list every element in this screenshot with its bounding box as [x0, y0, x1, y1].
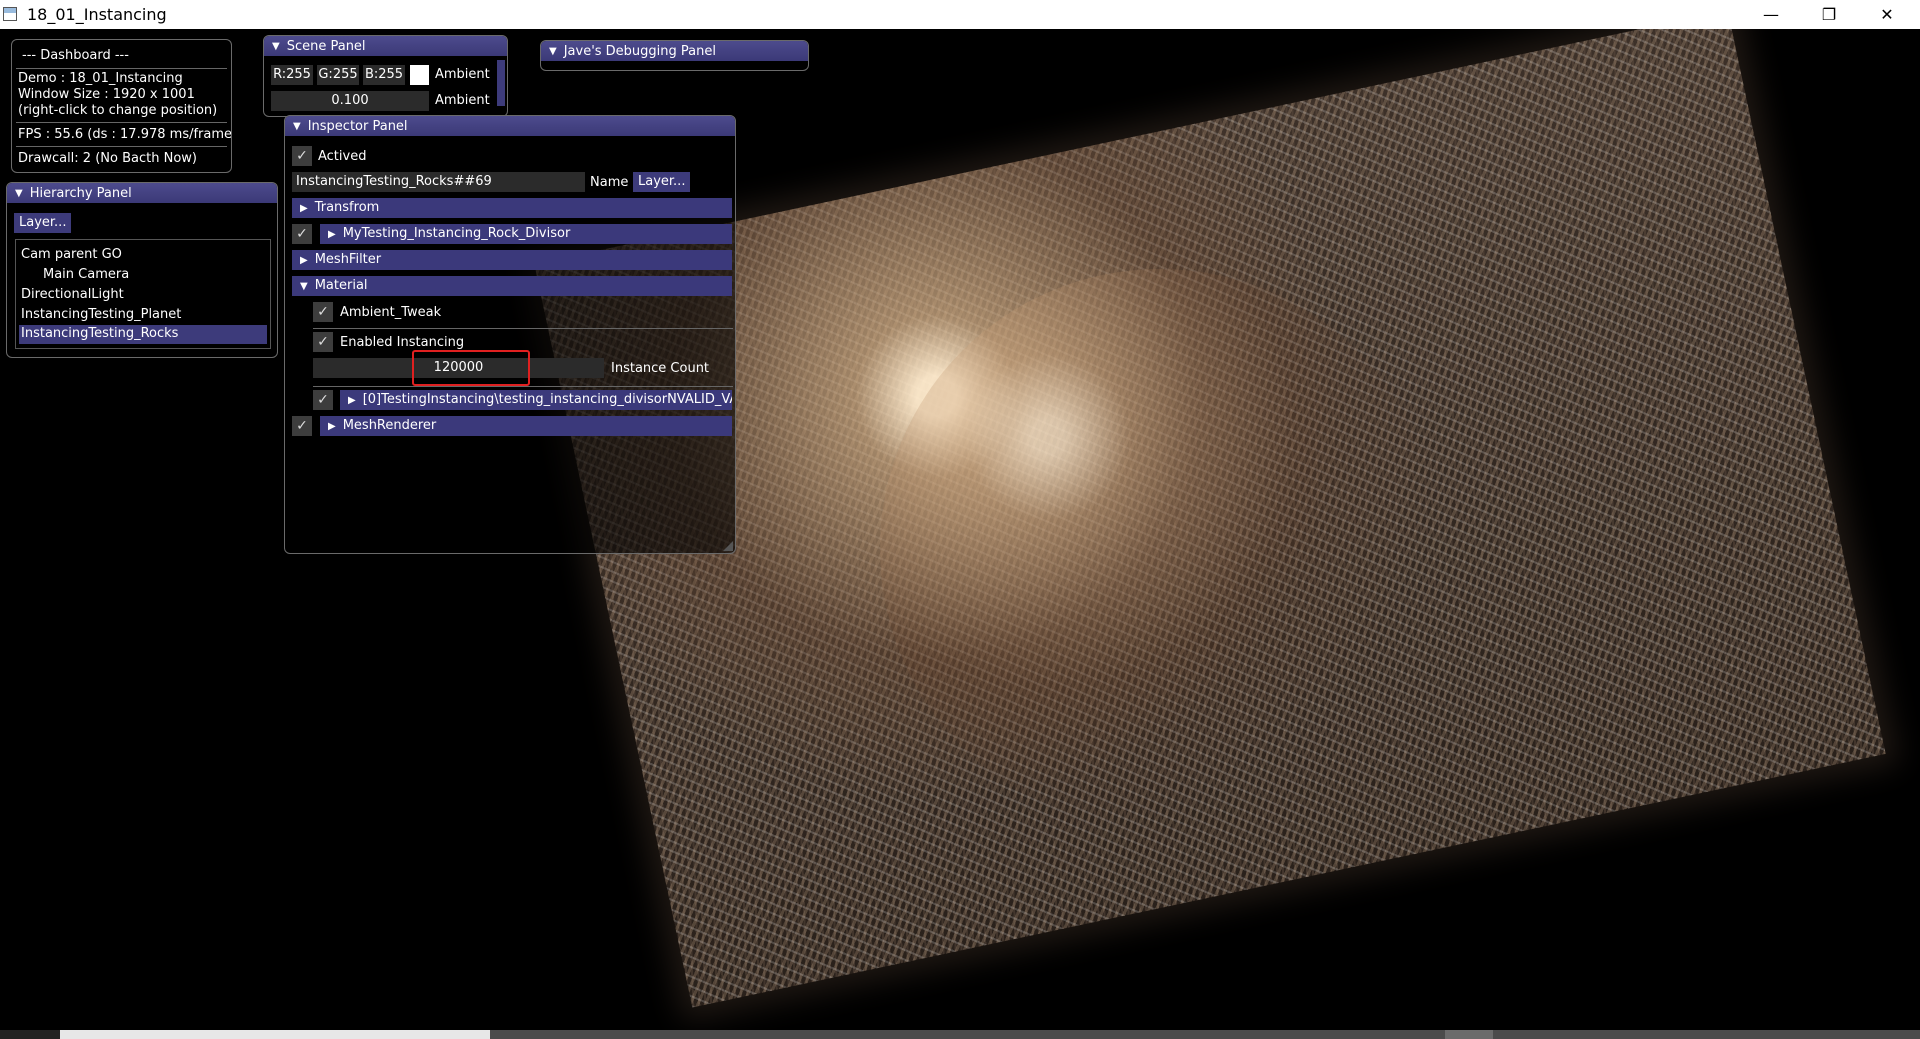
- debugging-panel-title[interactable]: Jave's Debugging Panel: [541, 41, 808, 61]
- dashboard-header: --- Dashboard ---: [22, 48, 129, 63]
- ambient-strength-label: Ambient: [435, 93, 490, 108]
- planet-glow: [880, 269, 1440, 829]
- window-title: 18_01_Instancing: [27, 5, 167, 24]
- tree-item-planet[interactable]: InstancingTesting_Planet: [21, 307, 181, 322]
- meshrenderer-label: MeshRenderer: [342, 418, 437, 433]
- window-title-bar: 18_01_Instancing — ❐ ✕: [0, 0, 1920, 29]
- ambient-color-label: Ambient: [435, 67, 490, 82]
- shader-header[interactable]: [0]TestingInstancing\testing_instancing_…: [340, 390, 732, 410]
- shader-label: [0]TestingInstancing\testing_instancing_…: [362, 392, 732, 407]
- enabled-instancing-checkbox[interactable]: ✓: [313, 332, 333, 352]
- component-checkbox[interactable]: ✓: [292, 224, 312, 244]
- tree-item-rocks-label: InstancingTesting_Rocks: [21, 326, 179, 341]
- scene-panel-title[interactable]: Scene Panel: [264, 36, 507, 56]
- transform-header[interactable]: Transfrom: [292, 198, 732, 218]
- minimize-button[interactable]: —: [1742, 0, 1800, 29]
- app-icon: [3, 7, 17, 21]
- hierarchy-panel-title[interactable]: Hierarchy Panel: [7, 183, 277, 203]
- divider: [16, 122, 227, 123]
- restore-button[interactable]: ❐: [1800, 0, 1858, 29]
- scrollbar-thumb-2[interactable]: [1445, 1030, 1493, 1039]
- window-size: Window Size : 1920 x 1001: [18, 87, 195, 102]
- actived-label: Actived: [318, 149, 367, 164]
- demo-name: Demo : 18_01_Instancing: [18, 71, 183, 86]
- instance-count-label: Instance Count: [611, 361, 710, 376]
- debugging-panel: Jave's Debugging Panel: [540, 40, 809, 71]
- material-header[interactable]: Material: [292, 276, 732, 296]
- hierarchy-panel: Hierarchy Panel Layer... Cam parent GO M…: [6, 182, 278, 358]
- divider: [16, 146, 227, 147]
- tree-item-cam-parent[interactable]: Cam parent GO: [21, 247, 122, 262]
- inspector-title-label: Inspector Panel: [307, 118, 408, 134]
- divider: [16, 68, 227, 69]
- ambient-g-field[interactable]: G:255: [317, 65, 359, 85]
- debugging-title-label: Jave's Debugging Panel: [563, 43, 716, 59]
- tree-item-main-camera[interactable]: Main Camera: [43, 267, 129, 282]
- horizontal-scrollbar[interactable]: [0, 1030, 1920, 1039]
- ambient-color-swatch[interactable]: [410, 65, 429, 85]
- scrollbar-thumb[interactable]: [60, 1030, 490, 1039]
- inspector-panel-title[interactable]: Inspector Panel: [285, 116, 735, 136]
- ambient-strength-slider[interactable]: 0.100: [271, 91, 429, 111]
- actived-checkbox[interactable]: ✓: [292, 146, 312, 166]
- inspector-layer-button[interactable]: Layer...: [633, 172, 691, 192]
- position-hint: (right-click to change position): [18, 103, 218, 118]
- scene-panel: Scene Panel R:255 G:255 B:255 Ambient 0.…: [263, 35, 508, 117]
- divider: [313, 328, 733, 329]
- ambient-r-field[interactable]: R:255: [271, 65, 313, 85]
- close-button[interactable]: ✕: [1858, 0, 1916, 29]
- material-label: Material: [314, 278, 368, 293]
- shader-checkbox[interactable]: ✓: [313, 390, 333, 410]
- hierarchy-layer-button[interactable]: Layer...: [14, 213, 72, 233]
- meshfilter-label: MeshFilter: [314, 252, 382, 267]
- inspector-panel: Inspector Panel ✓ Actived InstancingTest…: [284, 115, 736, 554]
- drawcall-readout: Drawcall: 2 (No Bacth Now): [18, 151, 197, 166]
- enabled-instancing-label: Enabled Instancing: [340, 335, 465, 350]
- dashboard-panel: --- Dashboard --- Demo : 18_01_Instancin…: [11, 39, 232, 173]
- hierarchy-tree: Cam parent GO Main Camera DirectionalLig…: [15, 239, 271, 349]
- ambient-tweak-label: Ambient_Tweak: [340, 305, 442, 320]
- meshfilter-header[interactable]: MeshFilter: [292, 250, 732, 270]
- scene-title-label: Scene Panel: [286, 38, 366, 54]
- hierarchy-title-label: Hierarchy Panel: [29, 185, 132, 201]
- divider: [313, 386, 733, 387]
- name-label: Name: [590, 175, 629, 190]
- tree-item-rocks-selected[interactable]: InstancingTesting_Rocks: [19, 325, 267, 344]
- tree-item-directional-light[interactable]: DirectionalLight: [21, 287, 124, 302]
- transform-label: Transfrom: [314, 200, 380, 215]
- component-header[interactable]: MyTesting_Instancing_Rock_Divisor: [320, 224, 732, 244]
- ambient-tweak-checkbox[interactable]: ✓: [313, 302, 333, 322]
- scene-panel-scrollbar[interactable]: [497, 60, 505, 106]
- meshrenderer-header[interactable]: MeshRenderer: [320, 416, 732, 436]
- ambient-b-field[interactable]: B:255: [363, 65, 405, 85]
- object-name-input[interactable]: InstancingTesting_Rocks##69: [292, 172, 585, 192]
- fps-readout: FPS : 55.6 (ds : 17.978 ms/frame): [18, 127, 232, 142]
- scrollbar-track[interactable]: [490, 1030, 1920, 1039]
- meshrenderer-checkbox[interactable]: ✓: [292, 416, 312, 436]
- highlight-box: [412, 350, 530, 386]
- component-label: MyTesting_Instancing_Rock_Divisor: [342, 226, 571, 241]
- resize-grip-icon[interactable]: [723, 541, 733, 551]
